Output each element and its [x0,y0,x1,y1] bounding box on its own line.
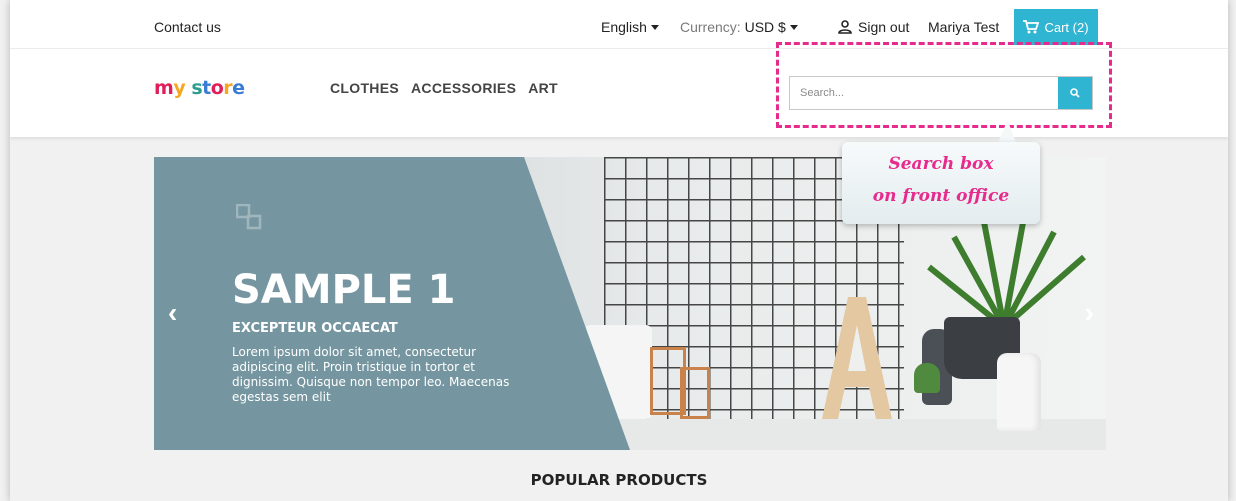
main-nav: CLOTHES ACCESSORIES ART [330,80,558,96]
account-name-link[interactable]: Mariya Test [928,19,999,35]
browser-window: Contact us English Currency: USD $ Sign … [10,0,1228,501]
sign-out-link[interactable]: Sign out [838,19,909,35]
slider-next-button[interactable]: › [1085,297,1094,329]
annotation-callout: Search box on front office [842,142,1040,224]
slide-description: Lorem ipsum dolor sit amet, consectetur … [232,345,510,404]
cart-button[interactable]: Cart (2) [1014,9,1098,45]
cactus-decor [914,363,940,393]
letter-a-decor [822,297,892,419]
language-label: English [601,19,647,35]
caret-down-icon [650,25,659,30]
user-icon [838,20,852,34]
squares-icon [236,204,262,230]
callout-line-2: on front office [872,186,1010,206]
highlight-frame [776,42,1112,128]
nav-item-clothes[interactable]: CLOTHES [330,80,399,96]
slider-prev-button[interactable]: ‹ [168,297,177,329]
contact-link[interactable]: Contact us [154,19,221,35]
currency-selector[interactable]: Currency: USD $ [680,19,798,35]
callout-pointer [997,120,1022,144]
cart-label: Cart (2) [1044,19,1089,35]
slide-title: SAMPLE 1 [232,267,456,313]
candle-decor [997,353,1041,431]
caret-down-icon [789,25,798,30]
nav-item-art[interactable]: ART [528,80,558,96]
section-title: POPULAR PRODUCTS [530,471,708,489]
store-logo[interactable]: my store [154,77,245,99]
plant-decor [914,216,1094,330]
cart-icon [1023,20,1040,34]
nav-item-accessories[interactable]: ACCESSORIES [411,80,516,96]
currency-label: Currency: [680,19,741,35]
sign-out-label: Sign out [858,19,910,35]
currency-value: USD $ [744,19,786,35]
language-selector[interactable]: English [601,19,659,35]
lantern-decor [680,367,710,419]
callout-line-1: Search box [888,154,994,174]
slide-subtitle: EXCEPTEUR OCCAECAT [232,321,398,336]
